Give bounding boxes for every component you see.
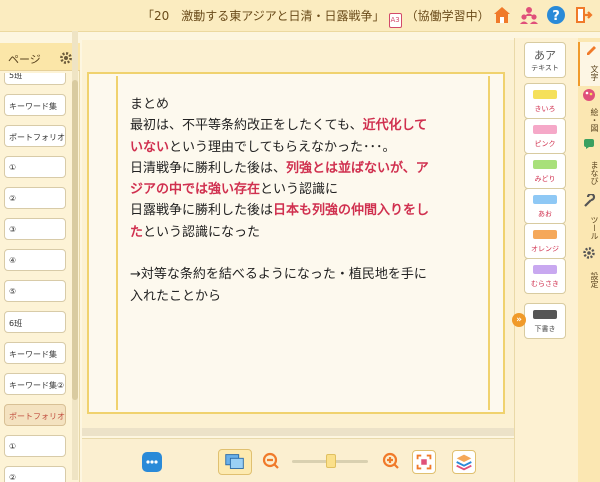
page-title: 「20 激動する東アジアと日清・日露戦争」 A3 （協働学習中） <box>142 7 490 28</box>
gear-icon[interactable] <box>59 50 73 64</box>
page-thumbnail[interactable]: 5班 <box>4 73 66 85</box>
tab-label: ツール <box>590 216 599 240</box>
page-thumbnail[interactable]: ポートフォリオ <box>4 125 66 147</box>
page-thumbnail[interactable]: ポートフォリオ <box>4 404 66 426</box>
gear-icon <box>582 246 596 260</box>
title-text: 「20 激動する東アジアと日清・日露戦争」 <box>142 9 385 23</box>
pen-icon <box>584 42 598 56</box>
pen-label: あお <box>538 210 552 218</box>
fit-page-icon[interactable] <box>412 450 436 474</box>
text-line <box>130 243 480 264</box>
home-icon[interactable] <box>492 5 512 25</box>
svg-text:?: ? <box>552 9 560 24</box>
document-size-icon[interactable]: A3 <box>388 13 402 28</box>
pen-button[interactable]: あお <box>524 188 566 224</box>
page-thumbnail[interactable]: ② <box>4 187 66 209</box>
text-line: たという認識になった <box>130 224 261 240</box>
collapse-panel-button[interactable]: » <box>512 313 526 327</box>
view-mode-button[interactable] <box>218 449 252 475</box>
page-thumbnail[interactable]: ① <box>4 435 66 457</box>
page-thumbnail[interactable]: ⑤ <box>4 280 66 302</box>
exit-icon[interactable] <box>573 5 593 25</box>
text-line: 日清戦争に勝利した後は、列強とは並ばないが、ア <box>130 160 429 176</box>
tab-2[interactable]: 絵・図 <box>578 88 600 134</box>
pen-label: ピンク <box>534 140 556 148</box>
tab-label: 文字 <box>590 65 599 81</box>
sidebar-header: ページ <box>0 43 80 71</box>
tab-label: まなび <box>590 161 599 185</box>
page-thumbnail[interactable]: ③ <box>4 218 66 240</box>
text-line: いないという理由でしてもらえなかった･･･。 <box>130 139 396 155</box>
tab-4[interactable]: ツール <box>578 192 600 244</box>
pen-color-swatch <box>533 90 557 99</box>
page-thumbnail[interactable]: キーワード集 <box>4 94 66 116</box>
tab-5[interactable]: 設定 <box>578 246 600 296</box>
tab-label: 絵・図 <box>590 108 599 132</box>
pen-button[interactable]: みどり <box>524 153 566 189</box>
chat-icon[interactable] <box>141 451 163 473</box>
pen-button[interactable]: 下書き <box>524 303 566 339</box>
text-line: ジアの中では強い存在という認識に <box>130 182 339 198</box>
palette-icon <box>582 88 596 102</box>
help-icon[interactable]: ? <box>546 5 566 25</box>
app-window: 「20 激動する東アジアと日清・日露戦争」 A3 （協働学習中） ? ページ 5班キ… <box>0 0 600 482</box>
pen-button[interactable]: きいろ <box>524 83 566 119</box>
layers-icon[interactable] <box>452 450 476 474</box>
page-thumbnail[interactable]: キーワード集② <box>4 373 66 395</box>
pen-color-swatch <box>533 310 557 319</box>
pen-label: むらさき <box>531 280 559 288</box>
pen-color-swatch <box>533 230 557 239</box>
zoom-out-icon[interactable] <box>262 452 280 470</box>
pen-label: オレンジ <box>531 245 559 253</box>
zoom-slider-handle[interactable] <box>326 454 336 468</box>
pen-button[interactable]: オレンジ <box>524 223 566 259</box>
page-thumbnail[interactable]: 6班 <box>4 311 66 333</box>
pen-color-swatch <box>533 125 557 134</box>
text-tool-icon: あア <box>534 49 556 62</box>
summary-text[interactable]: まとめ 最初は、不平等条約改正をしたくても、近代化して いないという理由でしても… <box>130 94 480 307</box>
members-icon[interactable] <box>519 5 539 25</box>
pen-button[interactable]: むらさき <box>524 258 566 294</box>
sidebar-title: ページ <box>8 53 41 66</box>
learn-icon <box>582 136 596 150</box>
text-line: 最初は、不平等条約改正をしたくても、近代化して <box>130 118 428 134</box>
page-thumbnail[interactable]: ① <box>4 156 66 178</box>
header-bar: 「20 激動する東アジアと日清・日露戦争」 A3 （協働学習中） ? <box>0 0 600 32</box>
tool-tabs: 文字絵・図まなびツール設定 <box>578 38 600 482</box>
page-thumbnail[interactable]: ② <box>4 466 66 482</box>
tab-1[interactable]: 文字 <box>578 42 600 86</box>
page-thumbnail[interactable]: キーワード集 <box>4 342 66 364</box>
tab-3[interactable]: まなび <box>578 136 600 192</box>
pen-button[interactable]: あア テキスト <box>524 42 566 78</box>
pen-button[interactable]: ピンク <box>524 118 566 154</box>
tab-label: 設定 <box>590 272 599 288</box>
pen-color-swatch <box>533 265 557 274</box>
pen-color-swatch <box>533 195 557 204</box>
text-line: →対等な条約を結べるようになった・植民地を手に <box>130 267 427 283</box>
mode-label: （協働学習中） <box>405 9 490 23</box>
pen-label: みどり <box>534 175 556 183</box>
pen-label: テキスト <box>531 64 559 72</box>
canvas-hscrollbar[interactable] <box>82 428 514 436</box>
text-line: 入れたことから <box>130 288 222 304</box>
zoom-in-icon[interactable] <box>382 452 400 470</box>
wrench-icon <box>582 192 596 208</box>
page-thumbnail[interactable]: ④ <box>4 249 66 271</box>
bottom-toolbar <box>82 438 514 482</box>
pen-color-swatch <box>533 160 557 169</box>
text-line: まとめ <box>130 97 170 112</box>
pen-label: きいろ <box>534 105 556 113</box>
text-line: 日露戦争に勝利した後は日本も列強の仲間入りをし <box>130 203 430 219</box>
pen-label: 下書き <box>534 325 556 333</box>
page-list: 5班 キーワード集 ポートフォリオ ① ② ③ ④ ⑤ 6班 キーワード集 キーワード集② ポートフォ… <box>0 73 80 482</box>
